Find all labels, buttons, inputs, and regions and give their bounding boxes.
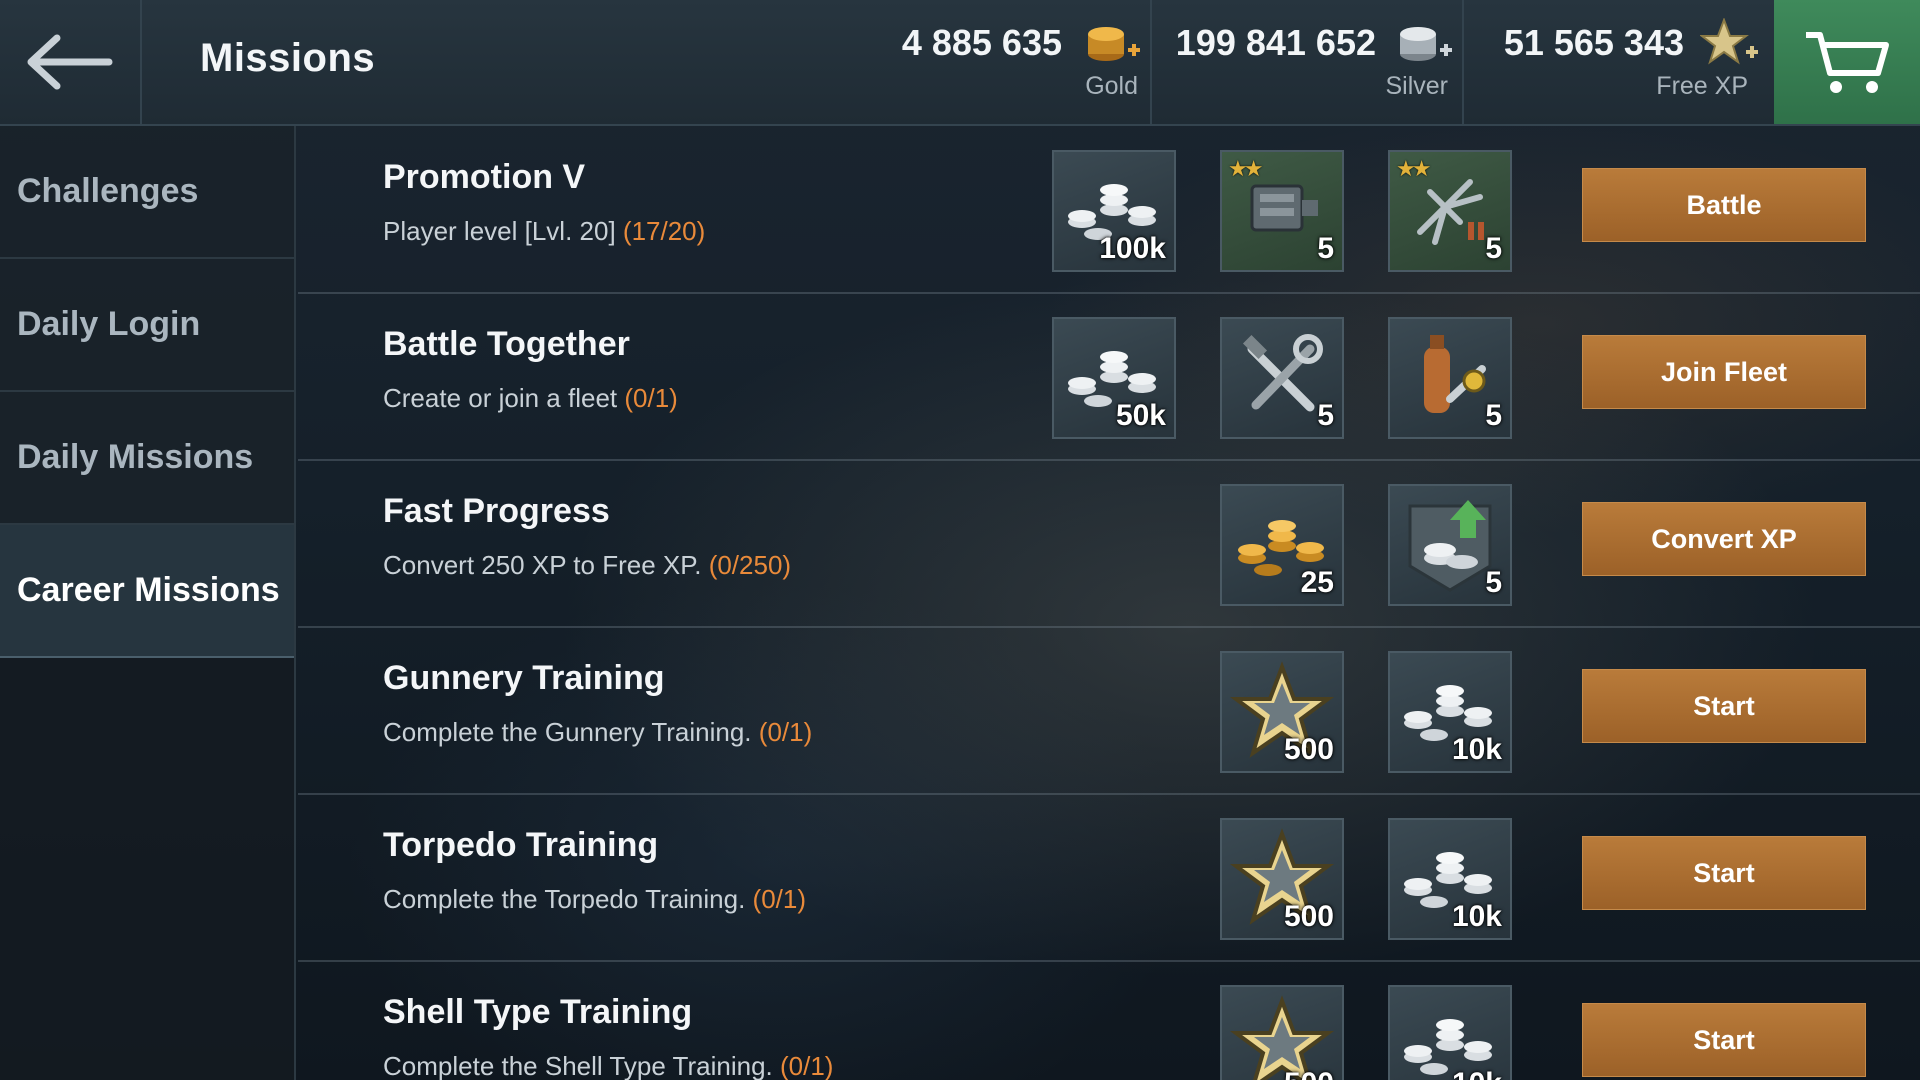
reward-count: 50k [1115, 399, 1166, 432]
reward-free-xp[interactable]: 500 [1220, 651, 1344, 773]
free-xp-balance[interactable]: 51 565 343 Free XP [1464, 0, 1772, 124]
reward-silver[interactable]: 10k [1388, 818, 1512, 940]
sidebar-item-career-missions[interactable]: Career Missions [0, 525, 294, 658]
reward-free-xp[interactable]: 500 [1220, 818, 1344, 940]
sidebar-item-daily-login[interactable]: Daily Login [0, 259, 294, 392]
shop-cart-button[interactable] [1774, 0, 1920, 124]
mission-category-sidebar: Challenges Daily Login Daily Missions Ca… [0, 126, 296, 1080]
mission-title: Battle Together [383, 325, 630, 363]
mission-title: Torpedo Training [383, 826, 659, 864]
reward-count: 5 [1485, 399, 1502, 432]
mission-desc-text: Complete the Gunnery Training. [383, 717, 752, 747]
page-title: Missions [200, 36, 376, 80]
mission-desc-text: Complete the Shell Type Training. [383, 1051, 773, 1080]
mission-progress: (0/1) [779, 1051, 834, 1080]
free-xp-amount: 51 565 343 [1503, 22, 1684, 63]
star-plus-icon [1700, 18, 1758, 65]
reward-count: 5 [1485, 566, 1502, 599]
mission-row: Gunnery Training Complete the Gunnery Tr… [298, 627, 1920, 795]
reward-count: 25 [1300, 566, 1334, 599]
mission-progress: (0/1) [752, 884, 807, 914]
reward-repair-kit[interactable]: 5 [1220, 317, 1344, 439]
reward-count: 10k [1451, 733, 1502, 766]
mission-desc-text: Convert 250 XP to Free XP. [383, 550, 702, 580]
reward-count: 10k [1452, 1067, 1502, 1080]
reward-xp-convert[interactable]: 5 [1388, 484, 1512, 606]
mission-description: Complete the Shell Type Training. (0/1) [383, 1051, 833, 1080]
silver-coins-plus-icon [1400, 27, 1452, 61]
reward-count: 5 [1317, 232, 1334, 265]
reward-aircraft-plan[interactable]: ★★ 5 [1388, 150, 1512, 272]
reward-count: 500 [1283, 733, 1334, 766]
reward-free-xp[interactable]: 500 [1220, 985, 1344, 1080]
mission-description: Convert 250 XP to Free XP. (0/250) [383, 550, 791, 581]
reward-silver[interactable]: 10k [1388, 651, 1512, 773]
top-bar: Missions 4 885 635 Gold 199 841 652 Silv… [0, 0, 1920, 126]
sidebar-item-challenges[interactable]: Challenges [0, 126, 294, 259]
arrow-left-icon [27, 34, 113, 90]
start-button[interactable]: Start [1582, 669, 1866, 743]
mission-progress: (17/20) [622, 216, 706, 246]
mission-description: Create or join a fleet (0/1) [383, 383, 678, 414]
cart-icon [1806, 32, 1889, 93]
mission-list: Promotion V Player level [Lvl. 20] (17/2… [298, 126, 1920, 1080]
reward-count: 500 [1284, 1067, 1334, 1080]
mission-row: Torpedo Training Complete the Torpedo Tr… [298, 794, 1920, 962]
mission-desc-text: Complete the Torpedo Training. [383, 884, 746, 914]
reward-count: 500 [1283, 900, 1334, 933]
mission-title: Shell Type Training [383, 993, 693, 1031]
mission-description: Player level [Lvl. 20] (17/20) [383, 216, 705, 247]
free-xp-label: Free XP [1656, 72, 1748, 100]
rarity-stars: ★★ [1228, 156, 1264, 181]
join-fleet-button[interactable]: Join Fleet [1582, 335, 1866, 409]
mission-desc-text: Player level [Lvl. 20] [383, 216, 616, 246]
mission-title: Fast Progress [383, 492, 610, 530]
reward-gold[interactable]: 25 [1220, 484, 1344, 606]
reward-silver[interactable]: 50k [1052, 317, 1176, 439]
gold-coins-plus-icon [1088, 27, 1140, 61]
mission-title: Gunnery Training [383, 659, 665, 697]
mission-row: Battle Together Create or join a fleet (… [298, 293, 1920, 461]
mission-row: Shell Type Training Complete the Shell T… [298, 961, 1920, 1080]
reward-silver[interactable]: 10k [1388, 985, 1512, 1080]
mission-description: Complete the Gunnery Training. (0/1) [383, 717, 812, 748]
reward-count: 100k [1099, 232, 1166, 265]
start-button[interactable]: Start [1582, 1003, 1866, 1077]
reward-count: 5 [1317, 399, 1334, 432]
back-button[interactable] [0, 0, 142, 124]
mission-progress: (0/1) [624, 383, 678, 413]
mission-description: Complete the Torpedo Training. (0/1) [383, 884, 806, 915]
silver-balance[interactable]: 199 841 652 Silver [1152, 0, 1464, 124]
mission-row: Promotion V Player level [Lvl. 20] (17/2… [298, 126, 1920, 294]
silver-amount: 199 841 652 [1175, 22, 1376, 63]
mission-title: Promotion V [383, 158, 586, 196]
reward-damage-control[interactable]: 5 [1388, 317, 1512, 439]
silver-label: Silver [1385, 72, 1448, 100]
gold-label: Gold [1085, 72, 1138, 100]
reward-count: 5 [1485, 232, 1502, 265]
mission-progress: (0/1) [758, 717, 813, 747]
convert-xp-button[interactable]: Convert XP [1582, 502, 1866, 576]
sidebar-item-daily-missions[interactable]: Daily Missions [0, 392, 294, 525]
mission-row: Fast Progress Convert 250 XP to Free XP.… [298, 460, 1920, 628]
gold-balance[interactable]: 4 885 635 Gold [860, 0, 1152, 124]
reward-silver[interactable]: 100k [1052, 150, 1176, 272]
gold-amount: 4 885 635 [901, 22, 1062, 63]
start-button[interactable]: Start [1582, 836, 1866, 910]
reward-count: 10k [1451, 900, 1502, 933]
mission-progress: (0/250) [708, 550, 792, 580]
reward-module-plan[interactable]: ★★ 5 [1220, 150, 1344, 272]
battle-button[interactable]: Battle [1582, 168, 1866, 242]
mission-desc-text: Create or join a fleet [383, 383, 618, 413]
rarity-stars: ★★ [1396, 156, 1432, 181]
